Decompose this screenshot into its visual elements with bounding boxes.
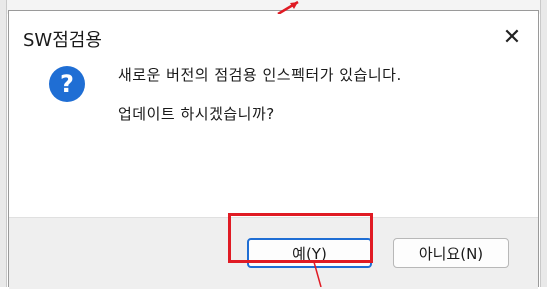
dialog-title: SW점검용 xyxy=(23,30,102,51)
yes-button[interactable]: 예(Y) xyxy=(247,238,372,268)
message-dialog: SW점검용 ✕ ? 새로운 버전의 점검용 인스펙터가 있습니다. 업데이트 하… xyxy=(8,10,539,289)
message-line-1: 새로운 버전의 점검용 인스펙터가 있습니다. xyxy=(118,66,402,84)
no-button[interactable]: 아니요(N) xyxy=(393,238,509,268)
background-window-left-edge xyxy=(0,0,7,287)
close-icon: ✕ xyxy=(502,24,522,50)
question-mark-glyph: ? xyxy=(60,70,74,98)
dialog-titlebar: SW점검용 ✕ xyxy=(9,11,538,63)
close-button[interactable]: ✕ xyxy=(494,19,530,55)
background-window-right-edge xyxy=(540,0,547,287)
question-icon: ? xyxy=(49,66,85,102)
dialog-body xyxy=(9,63,538,223)
dialog-footer: 예(Y) 아니요(N) xyxy=(9,217,538,289)
message-line-2: 업데이트 하시겠습니까? xyxy=(118,105,275,123)
